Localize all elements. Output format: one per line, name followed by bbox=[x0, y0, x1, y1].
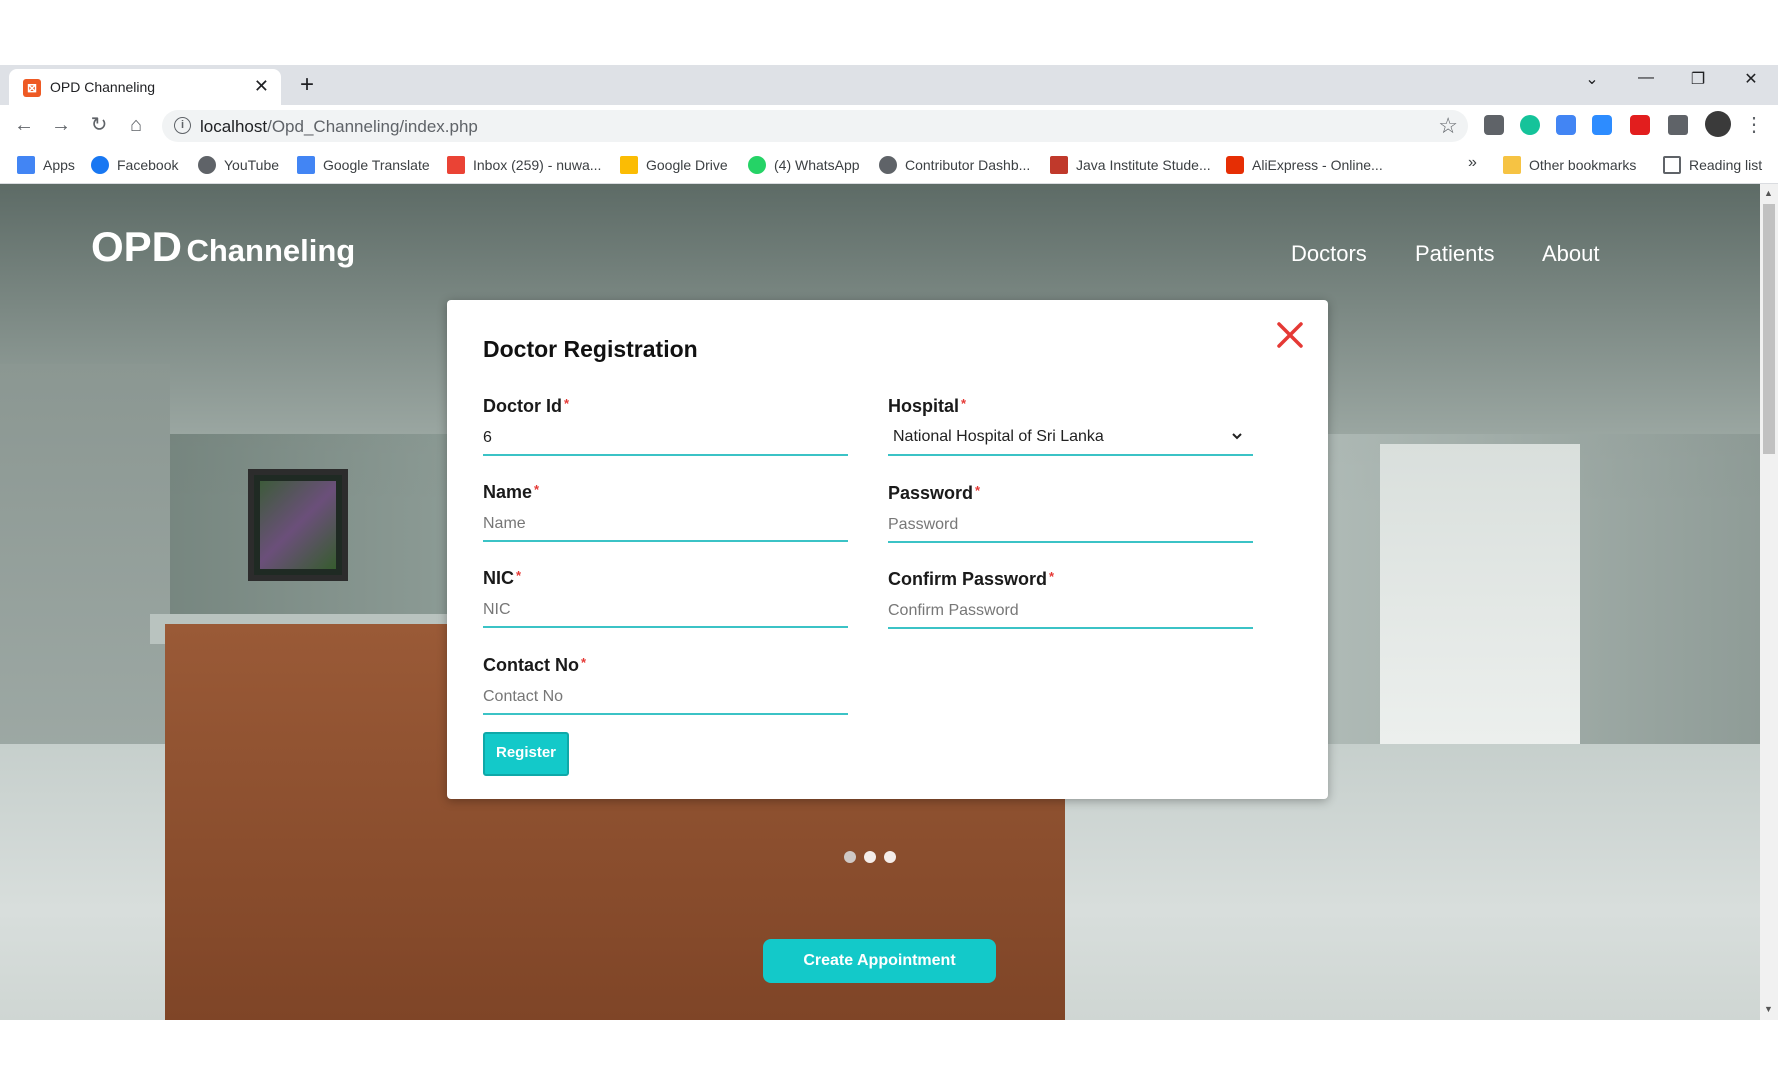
tab-title: OPD Channeling bbox=[50, 79, 156, 95]
browser-toolbar: ← → ↻ ⌂ i localhost/Opd_Channeling/index… bbox=[0, 105, 1778, 145]
confirm-password-field: Confirm Password * bbox=[888, 569, 1253, 629]
xampp-favicon-icon: ⊠ bbox=[23, 79, 41, 97]
reload-icon[interactable]: ↻ bbox=[87, 113, 111, 137]
doctor-id-input[interactable] bbox=[483, 422, 848, 456]
carousel-dot[interactable] bbox=[844, 851, 856, 863]
nic-field: NIC * bbox=[483, 568, 848, 628]
scroll-up-icon[interactable]: ▲ bbox=[1764, 188, 1773, 198]
nav-patients[interactable]: Patients bbox=[1415, 241, 1495, 267]
browser-chrome: ⊠ OPD Channeling ✕ + ⌄ — ❐ ✕ ← → ↻ ⌂ i l… bbox=[0, 65, 1778, 184]
bookmark-java-institute[interactable]: Java Institute Stude... bbox=[1050, 156, 1211, 174]
field-label: Hospital * bbox=[888, 396, 967, 416]
bookmarks-bar: Apps Facebook YouTube Google Translate I… bbox=[0, 145, 1778, 184]
password-field: Password * bbox=[888, 483, 1253, 543]
field-label: Doctor Id * bbox=[483, 396, 570, 416]
zoom-extension-icon[interactable] bbox=[1592, 115, 1612, 135]
page-viewport: OPD Channeling Doctors Patients About Cr… bbox=[0, 184, 1760, 1020]
field-label: Contact No * bbox=[483, 655, 587, 675]
folder-icon bbox=[1503, 156, 1521, 174]
extensions-puzzle-icon[interactable] bbox=[1668, 115, 1688, 135]
translate-extension-icon[interactable] bbox=[1556, 115, 1576, 135]
bookmark-youtube[interactable]: YouTube bbox=[198, 156, 279, 174]
name-field: Name * bbox=[483, 482, 848, 542]
bookmark-contributor[interactable]: Contributor Dashb... bbox=[879, 156, 1030, 174]
bookmark-google-drive[interactable]: Google Drive bbox=[620, 156, 728, 174]
bookmark-google-translate[interactable]: Google Translate bbox=[297, 156, 430, 174]
contact-no-field: Contact No * bbox=[483, 655, 848, 715]
doctor-registration-modal: Doctor Registration Doctor Id* Hospital*… bbox=[447, 300, 1328, 799]
modal-title: Doctor Registration bbox=[483, 336, 698, 362]
translate-icon bbox=[297, 156, 315, 174]
site-info-icon[interactable]: i bbox=[174, 117, 191, 134]
restore-icon[interactable]: ❐ bbox=[1678, 69, 1718, 89]
bookmark-aliexpress[interactable]: AliExpress - Online... bbox=[1226, 156, 1383, 174]
browser-tab[interactable]: ⊠ OPD Channeling ✕ bbox=[9, 69, 281, 105]
bookmark-gmail[interactable]: Inbox (259) - nuwa... bbox=[447, 156, 601, 174]
wall-picture bbox=[248, 469, 348, 581]
name-input[interactable] bbox=[483, 508, 848, 542]
new-tab-button[interactable]: + bbox=[300, 71, 314, 99]
hospital-field: Hospital * National Hospital of Sri Lanka bbox=[888, 396, 1253, 456]
hospital-select-value: National Hospital of Sri Lanka bbox=[888, 422, 1253, 456]
field-label: Name * bbox=[483, 482, 540, 502]
nav-about[interactable]: About bbox=[1542, 241, 1600, 267]
field-label: NIC * bbox=[483, 568, 522, 588]
java-institute-icon bbox=[1050, 156, 1068, 174]
back-icon[interactable]: ← bbox=[12, 113, 36, 137]
hero-background-corridor bbox=[1380, 444, 1580, 774]
bookmark-other[interactable]: Other bookmarks bbox=[1503, 156, 1636, 174]
doctor-id-field: Doctor Id * bbox=[483, 396, 848, 456]
pdf-extension-icon[interactable] bbox=[1630, 115, 1650, 135]
aliexpress-icon bbox=[1226, 156, 1244, 174]
close-icon[interactable] bbox=[1275, 320, 1305, 350]
create-appointment-button[interactable]: Create Appointment bbox=[763, 939, 996, 983]
register-button[interactable]: Register bbox=[483, 732, 569, 776]
home-icon[interactable]: ⌂ bbox=[124, 113, 148, 137]
reading-list-icon bbox=[1663, 156, 1681, 174]
field-label: Password * bbox=[888, 483, 981, 503]
drive-icon bbox=[620, 156, 638, 174]
tab-close-icon[interactable]: ✕ bbox=[254, 76, 269, 96]
carousel-dot[interactable] bbox=[884, 851, 896, 863]
password-input[interactable] bbox=[888, 509, 1253, 543]
globe-icon bbox=[198, 156, 216, 174]
scroll-thumb[interactable] bbox=[1763, 204, 1775, 454]
gmail-icon bbox=[447, 156, 465, 174]
confirm-password-input[interactable] bbox=[888, 595, 1253, 629]
carousel-indicators bbox=[844, 850, 904, 868]
extension-icon[interactable] bbox=[1484, 115, 1504, 135]
scroll-down-icon[interactable]: ▼ bbox=[1764, 1004, 1773, 1014]
more-bookmarks-button[interactable]: » bbox=[1468, 154, 1477, 172]
bookmark-apps[interactable]: Apps bbox=[17, 156, 75, 174]
nav-doctors[interactable]: Doctors bbox=[1291, 241, 1367, 267]
page-scrollbar[interactable]: ▲ ▼ bbox=[1760, 184, 1778, 1020]
profile-avatar[interactable] bbox=[1705, 111, 1731, 137]
bookmark-star-icon[interactable]: ☆ bbox=[1438, 113, 1458, 139]
forward-icon[interactable]: → bbox=[49, 113, 73, 137]
globe-icon bbox=[879, 156, 897, 174]
carousel-dot[interactable] bbox=[864, 851, 876, 863]
minimize-icon[interactable]: — bbox=[1626, 69, 1666, 87]
window-close-icon[interactable]: ✕ bbox=[1731, 69, 1771, 89]
url-text: localhost/Opd_Channeling/index.php bbox=[200, 117, 478, 136]
nic-input[interactable] bbox=[483, 594, 848, 628]
bookmark-facebook[interactable]: Facebook bbox=[91, 156, 178, 174]
menu-kebab-icon[interactable]: ⋮ bbox=[1742, 113, 1766, 137]
address-bar[interactable]: i localhost/Opd_Channeling/index.php ☆ bbox=[162, 110, 1468, 142]
field-label: Confirm Password * bbox=[888, 569, 1055, 589]
hospital-select[interactable]: National Hospital of Sri Lanka bbox=[888, 422, 1253, 456]
tab-search-icon[interactable]: ⌄ bbox=[1572, 69, 1612, 89]
reading-list-button[interactable]: Reading list bbox=[1663, 156, 1762, 174]
bookmark-whatsapp[interactable]: (4) WhatsApp bbox=[748, 156, 860, 174]
tab-strip: ⊠ OPD Channeling ✕ + ⌄ — ❐ ✕ bbox=[0, 65, 1778, 105]
grammarly-icon[interactable] bbox=[1520, 115, 1540, 135]
apps-grid-icon bbox=[17, 156, 35, 174]
chevron-down-icon bbox=[1232, 433, 1242, 440]
site-logo[interactable]: OPD Channeling bbox=[91, 223, 355, 271]
facebook-icon bbox=[91, 156, 109, 174]
contact-no-input[interactable] bbox=[483, 681, 848, 715]
whatsapp-icon bbox=[748, 156, 766, 174]
